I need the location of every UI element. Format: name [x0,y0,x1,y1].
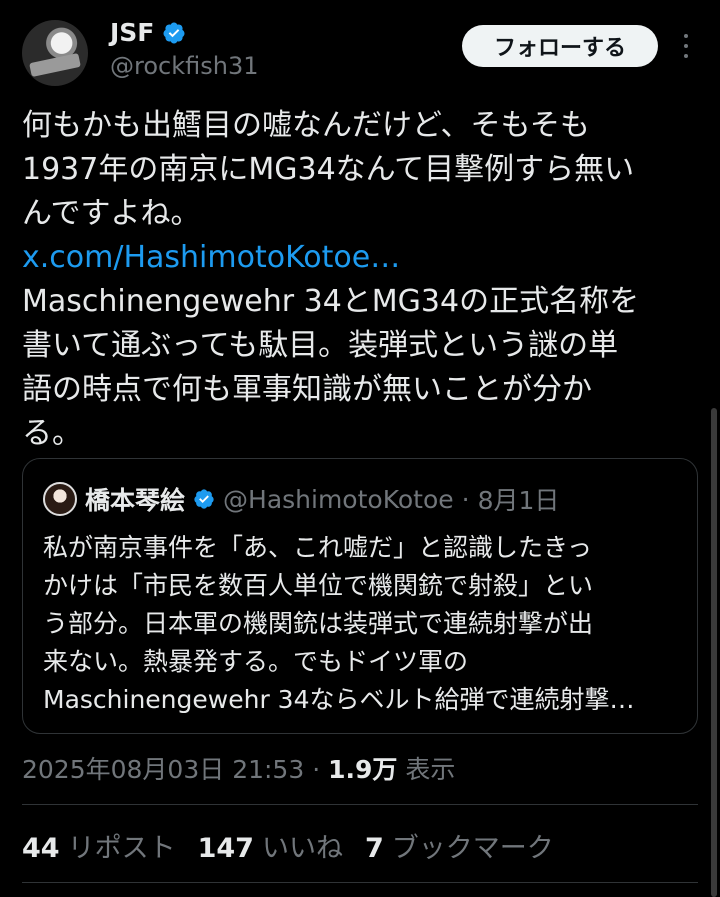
bookmarks-stat[interactable]: 7 ブックマーク [365,826,554,865]
tweet-text-part2: Maschinengewehr 34とMG34の正式名称を 書いて通ぶっても駄目… [22,284,640,451]
tweet-datetime[interactable]: 2025年08月03日 21:53 [22,755,304,784]
quoted-separator: · [461,484,470,514]
reposts-label: リポスト [67,833,176,864]
meta-separator: · [312,755,321,784]
quoted-date: 8月1日 [477,486,560,515]
quoted-author-name: 橋本琴絵 [85,486,186,515]
likes-stat[interactable]: 147 いいね [198,826,343,865]
views-label: 表示 [405,755,456,784]
tweet-header: JSF @rockfish31 フォローする [0,0,720,100]
reposts-stat[interactable]: 44 リポスト [22,826,176,865]
author-name[interactable]: JSF [110,18,154,47]
verified-badge-icon [194,489,214,509]
quoted-author-avatar [43,482,77,516]
tweet-text: 何もかも出鱈目の嘘なんだけど、そもそも 1937年の南京にMG34なんて目撃例す… [22,104,702,456]
more-options-icon[interactable] [674,30,698,62]
views-count: 1.9万 [328,755,398,784]
quoted-author-handle: @HashimotoKotoe [223,484,454,514]
likes-count: 147 [197,833,254,864]
divider [22,882,698,883]
quoted-tweet-header: 橋本琴絵 @HashimotoKotoe · 8月1日 [43,481,559,517]
follow-button[interactable]: フォローする [462,25,658,67]
author-avatar[interactable] [22,20,88,86]
tweet-timestamp: 2025年08月03日 21:53 · 1.9万 表示 [22,750,455,786]
verified-badge-icon [163,22,185,43]
author-name-row: JSF [110,18,186,47]
tweet-link[interactable]: x.com/HashimotoKotoe… [22,236,702,280]
tweet-text-part1: 何もかも出鱈目の嘘なんだけど、そもそも 1937年の南京にMG34なんて目撃例す… [22,108,635,231]
bookmarks-label: ブックマーク [391,833,554,864]
scrollbar[interactable] [711,408,717,897]
quoted-tweet[interactable]: 橋本琴絵 @HashimotoKotoe · 8月1日 私が南京事件を「あ、これ… [22,458,698,734]
quoted-tweet-text: 私が南京事件を「あ、これ嘘だ」と認識したきっ かけは「市民を数百人単位で機関銃で… [43,533,635,714]
author-handle[interactable]: @rockfish31 [110,52,259,80]
engagement-stats: 44 リポスト 147 いいね 7 ブックマーク [22,826,554,865]
reposts-count: 44 [22,833,60,864]
bookmarks-count: 7 [364,833,384,864]
divider [22,804,698,805]
likes-label: いいね [261,833,343,864]
